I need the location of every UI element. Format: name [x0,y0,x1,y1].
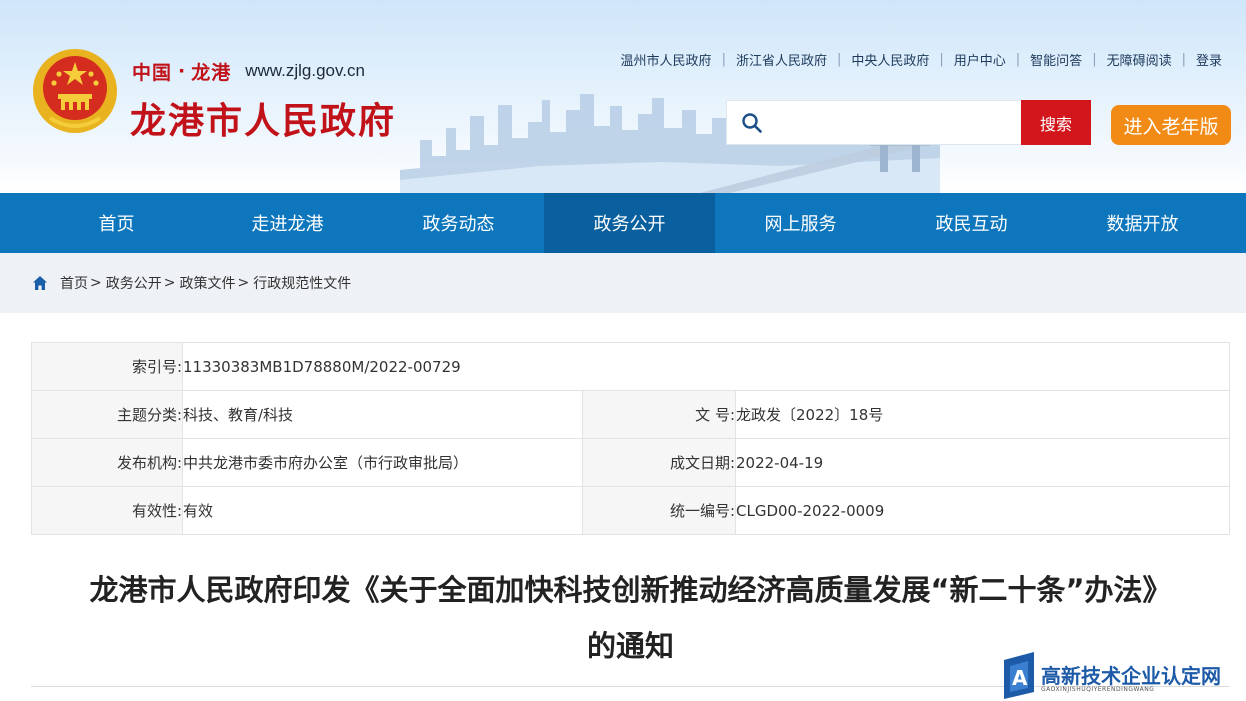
table-row: 索引号: 11330383MB1D78880M/2022-00729 [31,342,1230,391]
watermark-name: 高新技术企业认定网 [1041,664,1221,688]
nav-item-online-services[interactable]: 网上服务 [715,193,886,253]
nav-item-about-longgang[interactable]: 走进龙港 [202,193,373,253]
document-meta-table: 索引号: 11330383MB1D78880M/2022-00729 主题分类:… [31,342,1230,535]
nav-item-home[interactable]: 首页 [31,193,202,253]
docno-label: 文 号: [582,390,736,439]
brand-dot: · [178,60,186,82]
breadcrumb-separator: > [163,275,176,291]
top-link-wenzhou[interactable]: 温州市人民政府 [621,50,712,69]
separator: | [721,52,726,67]
top-link-login[interactable]: 登录 [1196,50,1222,69]
breadcrumb-bar: 首页 > 政务公开 > 政策文件 > 行政规范性文件 [0,253,1246,313]
top-link-central[interactable]: 中央人民政府 [851,50,929,69]
search-icon[interactable] [741,112,763,134]
site-header: 中国 · 龙港 www.zjlg.gov.cn 龙港市人民政府 温州市人民政府 … [0,0,1246,193]
main-nav: 首页 走进龙港 政务动态 政务公开 网上服务 政民互动 数据开放 [0,193,1246,253]
brand-prefix: 中国 [132,61,173,84]
nav-item-gov-disclosure[interactable]: 政务公开 [544,193,715,253]
separator: | [939,52,944,67]
index-label: 索引号: [31,342,183,391]
site-name: 龙港市人民政府 [130,101,397,142]
separator: | [1181,52,1186,67]
issuer-label: 发布机构: [31,438,183,487]
breadcrumb: 首页 > 政务公开 > 政策文件 > 行政规范性文件 [32,273,351,293]
table-row: 主题分类: 科技、教育/科技 文 号: 龙政发〔2022〕18号 [31,390,1230,439]
docno-value: 龙政发〔2022〕18号 [735,390,1230,439]
watermark-logo-icon: A [1004,652,1034,699]
home-icon [33,276,47,290]
validity-value: 有效 [182,486,583,535]
site-url: www.zjlg.gov.cn [245,61,365,80]
document-title-line1: 龙港市人民政府印发《关于全面加快科技创新推动经济高质量发展“新二十条”办法》 [89,573,1172,607]
table-row: 有效性: 有效 统一编号: CLGD00-2022-0009 [31,486,1230,535]
date-label: 成文日期: [582,438,736,487]
breadcrumb-separator: > [237,275,250,291]
issuer-value: 中共龙港市委市府办公室（市行政审批局） [182,438,583,487]
search-input[interactable] [772,104,1020,143]
breadcrumb-gov-disclosure[interactable]: 政务公开 [106,273,162,293]
serial-label: 统一编号: [582,486,736,535]
topic-label: 主题分类: [31,390,183,439]
watermark: A 高新技术企业认定网 GAOXINJISHUQIYERENDINGWANG [1000,652,1246,701]
separator: | [1015,52,1021,67]
watermark-pinyin: GAOXINJISHUQIYERENDINGWANG [1041,686,1155,693]
top-links: 温州市人民政府 | 浙江省人民政府 | 中央人民政府 | 用户中心 | 智能问答… [621,50,1222,69]
index-value: 11330383MB1D78880M/2022-00729 [182,342,1230,391]
top-link-accessibility[interactable]: 无障碍阅读 [1107,50,1172,69]
top-link-smart-qa[interactable]: 智能问答 [1030,50,1082,69]
nav-item-news[interactable]: 政务动态 [373,193,544,253]
separator: | [836,52,842,67]
topic-value: 科技、教育/科技 [182,390,583,439]
breadcrumb-normative-docs[interactable]: 行政规范性文件 [253,273,351,293]
breadcrumb-home[interactable]: 首页 [60,273,88,293]
top-link-zhejiang[interactable]: 浙江省人民政府 [736,50,827,69]
brand-city: 龙港 [191,61,232,84]
brand-line: 中国 · 龙港 www.zjlg.gov.cn [132,58,365,84]
separator: | [1092,52,1097,67]
search-button[interactable]: 搜索 [1021,100,1091,145]
date-value: 2022-04-19 [735,438,1230,487]
elder-mode-button[interactable]: 进入老年版 [1111,105,1231,145]
nav-item-open-data[interactable]: 数据开放 [1057,193,1228,253]
breadcrumb-separator: > [90,275,102,291]
table-row: 发布机构: 中共龙港市委市府办公室（市行政审批局） 成文日期: 2022-04-… [31,438,1230,487]
national-emblem-icon [33,49,117,133]
top-link-user-center[interactable]: 用户中心 [954,50,1006,69]
serial-value: CLGD00-2022-0009 [735,486,1230,535]
nav-item-interaction[interactable]: 政民互动 [886,193,1057,253]
breadcrumb-policy-docs[interactable]: 政策文件 [179,273,235,293]
validity-label: 有效性: [31,486,183,535]
svg-text:A: A [1012,666,1028,690]
